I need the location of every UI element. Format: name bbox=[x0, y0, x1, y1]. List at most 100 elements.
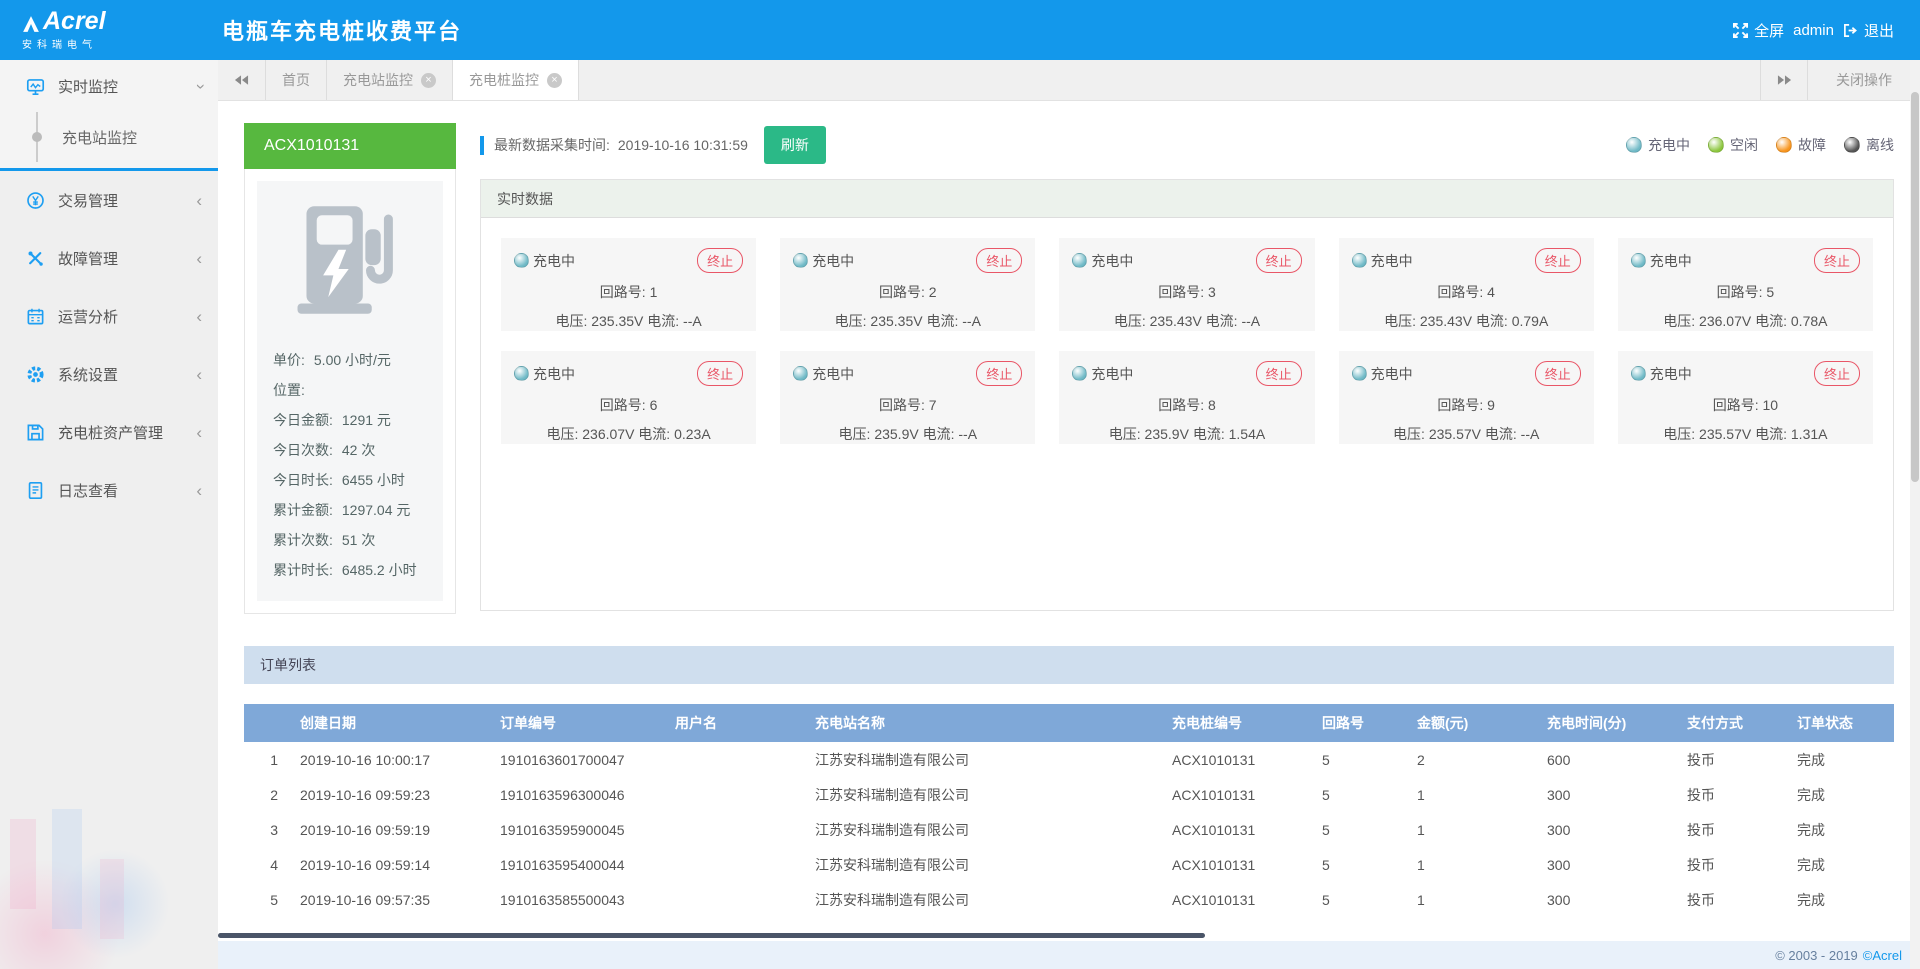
sidebar-group-realtime-monitor: 实时监控‹充电站监控 bbox=[0, 60, 218, 171]
cell-amount: 2 bbox=[1409, 742, 1539, 777]
horizontal-scrollbar-thumb[interactable] bbox=[218, 933, 1205, 938]
sidebar-item-label: 日志查看 bbox=[58, 480, 118, 501]
table-row: 22019-10-16 09:59:231910163596300046江苏安科… bbox=[244, 777, 1894, 812]
sidebar-item-operation-analysis[interactable]: 运营分析‹ bbox=[0, 287, 218, 345]
monitor-icon bbox=[26, 77, 45, 96]
charging-status-icon bbox=[1352, 253, 1367, 268]
channel-status-label: 充电中 bbox=[1650, 251, 1692, 271]
stat-value: 6485.2 小时 bbox=[342, 555, 417, 585]
collect-time-value: 2019-10-16 10:31:59 bbox=[618, 137, 748, 153]
refresh-button[interactable]: 刷新 bbox=[764, 126, 826, 164]
sidebar-item-transaction-management[interactable]: 交易管理‹ bbox=[0, 171, 218, 229]
table-row: 42019-10-16 09:59:141910163595400044江苏安科… bbox=[244, 847, 1894, 882]
logout-button[interactable]: 退出 bbox=[1843, 20, 1894, 41]
sidebar-item-pile-asset-management[interactable]: 充电桩资产管理‹ bbox=[0, 403, 218, 461]
copyright-text: © 2003 - 2019 bbox=[1775, 948, 1858, 963]
logo-text: Acrel bbox=[43, 9, 106, 34]
terminate-button[interactable]: 终止 bbox=[697, 248, 743, 273]
status-dot-icon bbox=[1776, 137, 1792, 153]
channel-voltage-current: 电压: 235.43V 电流: --A bbox=[1072, 311, 1301, 331]
logo-subtext: 安科瑞电气 bbox=[22, 36, 218, 51]
legend-label: 充电中 bbox=[1648, 135, 1690, 155]
tab-close-icon[interactable]: × bbox=[547, 73, 562, 88]
channel-status-label: 充电中 bbox=[1371, 364, 1413, 384]
column-header: 创建日期 bbox=[292, 704, 492, 742]
pile-stat-row: 累计金额:1297.04 元 bbox=[273, 495, 429, 525]
channel-status-label: 充电中 bbox=[1091, 364, 1133, 384]
sidebar-item-system-settings[interactable]: 系统设置‹ bbox=[0, 345, 218, 403]
realtime-panel-title: 实时数据 bbox=[481, 180, 1893, 218]
terminate-button[interactable]: 终止 bbox=[1814, 361, 1860, 386]
terminate-button[interactable]: 终止 bbox=[1256, 248, 1302, 273]
fullscreen-icon bbox=[1733, 23, 1748, 38]
sidebar-subitem-station-monitor[interactable]: 充电站监控 bbox=[0, 112, 218, 162]
channel-circuit: 回路号: 9 bbox=[1352, 395, 1581, 415]
cell-station: 江苏安科瑞制造有限公司 bbox=[807, 882, 1164, 917]
terminate-button[interactable]: 终止 bbox=[1256, 361, 1302, 386]
channel-card-top: 充电中 终止 bbox=[1352, 361, 1581, 386]
terminate-button[interactable]: 终止 bbox=[1535, 361, 1581, 386]
username: admin bbox=[1793, 22, 1834, 39]
channel-circuit: 回路号: 5 bbox=[1631, 282, 1860, 302]
main-content: ACX1010131 bbox=[218, 101, 1920, 941]
terminate-button[interactable]: 终止 bbox=[976, 361, 1022, 386]
terminate-button[interactable]: 终止 bbox=[976, 248, 1022, 273]
fullscreen-button[interactable]: 全屏 bbox=[1733, 20, 1784, 41]
channel-voltage-current: 电压: 236.07V 电流: 0.78A bbox=[1631, 311, 1860, 331]
cell-amount: 1 bbox=[1409, 882, 1539, 917]
vertical-scrollbar-thumb[interactable] bbox=[1911, 92, 1919, 482]
cell-station: 江苏安科瑞制造有限公司 bbox=[807, 812, 1164, 847]
cell-date: 2019-10-16 09:59:14 bbox=[292, 847, 492, 882]
terminate-button[interactable]: 终止 bbox=[1535, 248, 1581, 273]
sidebar-item-label: 系统设置 bbox=[58, 364, 118, 385]
collect-time-label: 最新数据采集时间: bbox=[494, 135, 610, 155]
table-row: 12019-10-16 10:00:171910163601700047江苏安科… bbox=[244, 742, 1894, 777]
column-header-index bbox=[244, 704, 292, 742]
cell-minutes: 300 bbox=[1539, 847, 1679, 882]
cell-date: 2019-10-16 09:57:35 bbox=[292, 882, 492, 917]
channel-status-label: 充电中 bbox=[812, 364, 854, 384]
tab-pile-monitor[interactable]: 充电桩监控× bbox=[453, 60, 579, 100]
cell-order_no: 1910163595900045 bbox=[492, 812, 667, 847]
cell-date: 2019-10-16 10:00:17 bbox=[292, 742, 492, 777]
charging-status-icon bbox=[1631, 366, 1646, 381]
tab-station-monitor[interactable]: 充电站监控× bbox=[327, 60, 453, 100]
footer-brand-link[interactable]: ©Acrel bbox=[1863, 948, 1902, 963]
charging-pile-icon bbox=[257, 181, 443, 339]
calendar-icon bbox=[26, 307, 45, 326]
vertical-scrollbar bbox=[1910, 60, 1920, 969]
cell-pay: 投币 bbox=[1679, 847, 1789, 882]
cell-minutes: 300 bbox=[1539, 882, 1679, 917]
column-header: 订单编号 bbox=[492, 704, 667, 742]
tab-home[interactable]: 首页 bbox=[266, 60, 327, 100]
orders-table: 创建日期订单编号用户名充电站名称充电桩编号回路号金额(元)充电时间(分)支付方式… bbox=[244, 704, 1894, 917]
user-menu[interactable]: admin bbox=[1793, 22, 1834, 39]
stat-value: 6455 小时 bbox=[342, 465, 405, 495]
decorative-graphic bbox=[0, 669, 218, 969]
status-dot-icon bbox=[1626, 137, 1642, 153]
stat-value: 1297.04 元 bbox=[342, 495, 411, 525]
channel-card: 充电中终止回路号: 8电压: 235.9V 电流: 1.54A bbox=[1059, 351, 1314, 444]
cell-circuit: 5 bbox=[1314, 812, 1409, 847]
tabs-scroll-right-button[interactable] bbox=[1760, 60, 1808, 100]
sidebar-item-log-view[interactable]: 日志查看 ‹ bbox=[0, 461, 218, 519]
column-header: 订单状态 bbox=[1789, 704, 1894, 742]
stat-label: 今日次数: bbox=[273, 435, 333, 465]
stat-label: 累计时长: bbox=[273, 555, 333, 585]
terminate-button[interactable]: 终止 bbox=[1814, 248, 1860, 273]
close-operations-menu[interactable]: 关闭操作 bbox=[1808, 60, 1920, 100]
logo-wordmark: Acrel bbox=[22, 9, 218, 34]
cell-pile: ACX1010131 bbox=[1164, 882, 1314, 917]
terminate-button[interactable]: 终止 bbox=[697, 361, 743, 386]
pile-stat-row: 累计时长: 6485.2 小时 bbox=[273, 555, 429, 585]
channel-card: 充电中终止回路号: 1电压: 235.35V 电流: --A bbox=[501, 238, 756, 331]
sidebar-item-realtime-monitor[interactable]: 实时监控‹ bbox=[0, 60, 218, 112]
tab-close-icon[interactable]: × bbox=[421, 73, 436, 88]
chevron-left-icon: ‹ bbox=[196, 482, 202, 499]
channel-circuit: 回路号: 7 bbox=[793, 395, 1022, 415]
sidebar-item-fault-management[interactable]: 故障管理‹ bbox=[0, 229, 218, 287]
cell-user bbox=[667, 882, 807, 917]
column-header: 支付方式 bbox=[1679, 704, 1789, 742]
cell-circuit: 5 bbox=[1314, 742, 1409, 777]
tabs-scroll-left-button[interactable] bbox=[218, 60, 266, 100]
